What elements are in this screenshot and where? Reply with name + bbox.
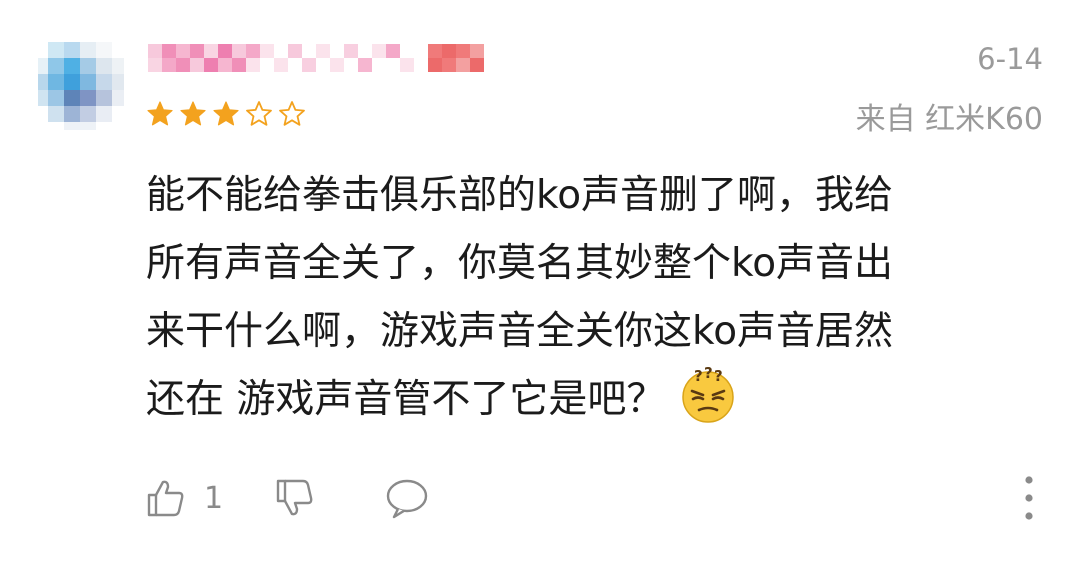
pixelated-username-image — [148, 44, 484, 72]
svg-text:?: ? — [694, 367, 703, 385]
star-filled-icon — [179, 100, 207, 128]
dislike-button[interactable] — [275, 477, 317, 519]
thumbs-down-icon — [275, 477, 317, 519]
comment-line: 所有声音全关了，你莫名其妙整个ko声音出 — [146, 241, 894, 286]
comment-line: 来干什么啊，游戏声音全关你这ko声音居然 — [146, 309, 894, 354]
more-options-button[interactable] — [1018, 474, 1040, 522]
star-empty-icon — [278, 100, 306, 128]
more-vertical-icon — [1018, 474, 1040, 522]
star-empty-icon — [245, 100, 273, 128]
confused-face-emoji-icon: ? ? ? — [679, 366, 737, 424]
thumbs-up-icon — [146, 478, 186, 518]
reply-button[interactable] — [385, 477, 429, 519]
like-button[interactable]: 1 — [146, 478, 223, 518]
comment-line-last: 还在 游戏声音管不了它是吧？ ? ? ? — [146, 366, 1026, 434]
comment-line: 能不能给拳击俱乐部的ko声音删了啊，我给 — [146, 173, 894, 218]
comment-line-text: 还在 游戏声音管不了它是吧？ — [146, 377, 666, 422]
avatar-image — [38, 34, 124, 130]
comment-date: 6-14 — [977, 42, 1043, 76]
comment-actions: 1 — [146, 474, 429, 522]
comment-card: 6-14 来自 红米K60 能不能给拳击俱乐部的ko声音删了啊，我给 所有声音全… — [0, 0, 1080, 565]
star-filled-icon — [212, 100, 240, 128]
comment-text: 能不能给拳击俱乐部的ko声音删了啊，我给 所有声音全关了，你莫名其妙整个ko声音… — [146, 162, 1026, 434]
comment-bubble-icon — [385, 477, 429, 519]
star-rating — [146, 97, 311, 131]
avatar[interactable] — [38, 34, 124, 130]
star-filled-icon — [146, 100, 174, 128]
username-redacted[interactable] — [148, 40, 500, 80]
svg-text:?: ? — [714, 367, 723, 385]
svg-text:?: ? — [704, 366, 713, 382]
like-count: 1 — [204, 480, 224, 516]
device-label: 来自 红米K60 — [855, 102, 1043, 137]
